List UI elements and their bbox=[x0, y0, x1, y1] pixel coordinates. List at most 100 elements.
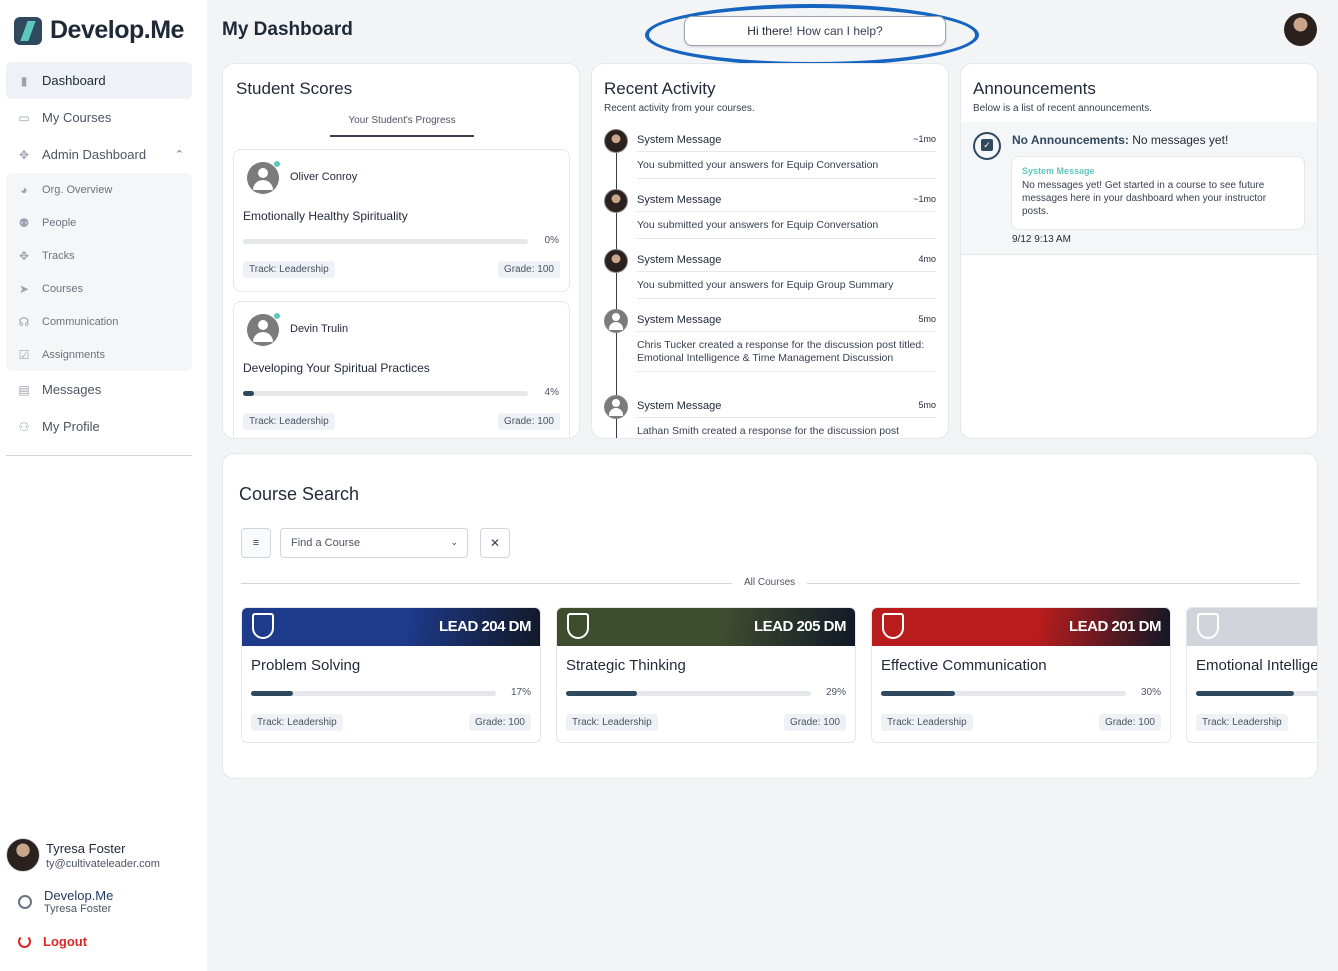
student-avatar bbox=[247, 160, 281, 194]
grade-chip: Grade: 100 bbox=[1098, 714, 1161, 731]
progress-percent: 17% bbox=[510, 687, 531, 698]
progress-percent: 30% bbox=[1140, 687, 1161, 698]
card-title: Recent Activity bbox=[604, 79, 716, 98]
org-switcher[interactable]: Develop.Me Tyresa Foster bbox=[18, 888, 113, 915]
activity-text: Chris Tucker created a response for the … bbox=[637, 339, 936, 372]
progress-bar bbox=[1196, 691, 1317, 696]
pie-chart-icon: ◕ bbox=[20, 182, 28, 197]
brand-name: Develop.Me bbox=[50, 16, 184, 44]
course-banner: LEAD 204 DM bbox=[242, 608, 540, 646]
sidebar-item-communication[interactable]: ☊ Communication bbox=[6, 305, 192, 338]
activity-time: ~1mo bbox=[913, 194, 936, 204]
student-course: Emotionally Healthy Spirituality bbox=[243, 209, 408, 223]
activity-text: You submitted your answers for Equip Gro… bbox=[637, 279, 936, 299]
header-avatar[interactable] bbox=[1284, 13, 1317, 46]
announcement-date: 9/12 9:13 AM bbox=[1012, 234, 1071, 245]
user-profile[interactable]: Tyresa Foster ty@cultivateleader.com bbox=[6, 838, 160, 872]
bar-chart-icon: ▮ bbox=[20, 73, 28, 88]
tab-students-progress[interactable]: Your Student's Progress bbox=[330, 115, 474, 137]
sidebar-item-courses[interactable]: ➤ Courses bbox=[6, 272, 192, 305]
sidebar-item-dashboard[interactable]: ▮ Dashboard bbox=[6, 62, 192, 99]
course-select-placeholder: Find a Course bbox=[291, 537, 361, 549]
close-icon: ✕ bbox=[489, 536, 501, 550]
course-select[interactable]: Find a Course ⌄ bbox=[280, 528, 468, 558]
shield-icon bbox=[1197, 613, 1219, 639]
course-card[interactable]: Emotional Intellige Track: Leadership bbox=[1186, 607, 1317, 743]
course-code: LEAD 204 DM bbox=[438, 618, 532, 635]
card-title: Student Scores bbox=[236, 79, 353, 98]
grade-chip: Grade: 100 bbox=[497, 413, 560, 430]
progress-bar bbox=[243, 239, 528, 244]
help-assistant-button[interactable]: Hi there! How can I help? bbox=[684, 16, 946, 46]
message-title: System Message bbox=[1022, 166, 1095, 176]
sidebar-item-my-courses[interactable]: ▭ My Courses bbox=[6, 99, 192, 136]
activity-title: System Message bbox=[637, 400, 722, 412]
sidebar-nav: ▮ Dashboard ▭ My Courses ✥ Admin Dashboa… bbox=[6, 62, 192, 456]
course-carousel[interactable]: LEAD 204 DM Problem Solving 17% Track: Lead… bbox=[241, 607, 1317, 743]
sidebar-item-label: Messages bbox=[42, 382, 102, 397]
chevron-up-icon: ⌃ bbox=[174, 149, 184, 161]
clear-button[interactable]: ✕ bbox=[480, 528, 510, 558]
activity-time: ~1mo bbox=[913, 134, 936, 144]
activity-text: You submitted your answers for Equip Con… bbox=[637, 159, 936, 179]
avatar bbox=[604, 129, 628, 153]
sidebar-item-assignments[interactable]: ☑ Assignments bbox=[6, 338, 192, 371]
sidebar-item-label: Courses bbox=[42, 282, 83, 295]
student-scores-card: Student Scores Your Student's Progress O… bbox=[222, 63, 580, 439]
activity-time: 5mo bbox=[918, 400, 936, 410]
sidebar-item-label: My Courses bbox=[42, 110, 112, 125]
filter-icon: ≡ bbox=[252, 537, 260, 549]
progress-percent: 29% bbox=[825, 687, 846, 698]
sidebar-item-my-profile[interactable]: ⚇ My Profile bbox=[6, 408, 192, 445]
announcements-card: Announcements Below is a list of recent … bbox=[960, 63, 1318, 439]
progress-percent: 0% bbox=[544, 235, 559, 246]
move-icon: ✥ bbox=[18, 248, 30, 263]
track-chip: Track: Leadership bbox=[1196, 714, 1288, 731]
course-title: Emotional Intellige bbox=[1196, 657, 1317, 674]
student-card[interactable]: Devin Trulin Developing Your Spiritual P… bbox=[233, 301, 570, 438]
announcement-message: System Message No messages yet! Get star… bbox=[1011, 156, 1305, 230]
card-title: Announcements bbox=[973, 79, 1096, 98]
course-card[interactable]: LEAD 201 DM Effective Communication 30% Tra… bbox=[871, 607, 1171, 743]
logo-icon bbox=[14, 16, 42, 45]
student-card[interactable]: Oliver Conroy Emotionally Healthy Spirit… bbox=[233, 149, 570, 292]
course-card[interactable]: LEAD 204 DM Problem Solving 17% Track: Lead… bbox=[241, 607, 541, 743]
sidebar-item-admin-dashboard[interactable]: ✥ Admin Dashboard ⌃ bbox=[6, 136, 192, 173]
progress-bar bbox=[243, 391, 528, 396]
page-title: My Dashboard bbox=[222, 19, 353, 40]
sidebar-item-tracks[interactable]: ✥ Tracks bbox=[6, 239, 192, 272]
logout-button[interactable]: Logout bbox=[18, 934, 87, 949]
org-user: Tyresa Foster bbox=[44, 903, 112, 915]
sidebar-item-people[interactable]: ⚉ People bbox=[6, 206, 192, 239]
avatar bbox=[604, 309, 628, 333]
course-title: Problem Solving bbox=[251, 657, 361, 674]
brand-logo[interactable]: Develop.Me bbox=[14, 16, 184, 45]
logout-label: Logout bbox=[43, 934, 88, 949]
progress-percent: 4% bbox=[544, 387, 559, 398]
avatar bbox=[6, 838, 40, 872]
sidebar: Develop.Me ▮ Dashboard ▭ My Courses ✥ Ad… bbox=[0, 0, 207, 971]
sidebar-item-label: People bbox=[42, 216, 77, 229]
announcement-status: No messages yet! bbox=[1132, 133, 1229, 147]
course-banner bbox=[1187, 608, 1317, 646]
progress-bar bbox=[251, 691, 496, 696]
filter-button[interactable]: ≡ bbox=[241, 528, 271, 558]
activity-title: System Message bbox=[637, 194, 722, 206]
check-badge-icon bbox=[973, 132, 1001, 160]
admin-subnav: ◕ Org. Overview ⚉ People ✥ Tracks ➤ Cour… bbox=[6, 173, 192, 371]
sidebar-item-label: Org. Overview bbox=[42, 183, 113, 196]
sidebar-item-messages[interactable]: ▤ Messages bbox=[6, 371, 192, 408]
laptop-icon: ▭ bbox=[18, 110, 30, 125]
help-prompt: How can I help? bbox=[796, 24, 883, 38]
check-square-icon: ☑ bbox=[18, 347, 30, 362]
sidebar-item-org-overview[interactable]: ◕ Org. Overview bbox=[6, 173, 192, 206]
user-email: ty@cultivateleader.com bbox=[46, 857, 160, 870]
chat-icon: ▤ bbox=[18, 382, 30, 397]
course-card[interactable]: LEAD 205 DM Strategic Thinking 29% Track: L… bbox=[556, 607, 856, 743]
move-icon: ✥ bbox=[18, 147, 30, 162]
activity-time: 4mo bbox=[918, 254, 936, 264]
card-subtitle: Below is a list of recent announcements. bbox=[973, 103, 1152, 114]
send-icon: ➤ bbox=[18, 281, 30, 296]
card-title: Course Search bbox=[239, 484, 360, 504]
activity-title: System Message bbox=[637, 314, 722, 326]
